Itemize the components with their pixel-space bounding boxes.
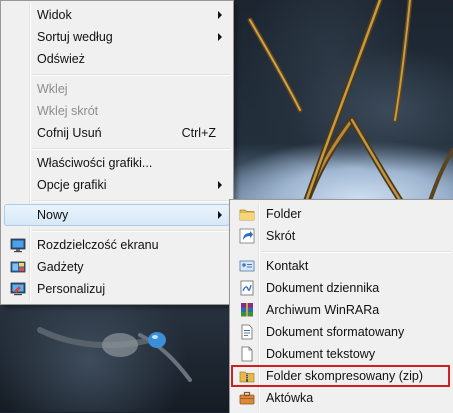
menu-item-view[interactable]: Widok (4, 4, 230, 26)
desktop-context-menu: Widok Sortuj według Odśwież Wklej Wklej … (0, 0, 234, 305)
menu-item-label: Cofnij Usuń (37, 126, 102, 140)
submenu-arrow-icon (218, 33, 222, 41)
submenu-item-rich-text-document[interactable]: Dokument sformatowany (233, 321, 451, 343)
menu-item-label: Dokument tekstowy (266, 347, 376, 361)
menu-item-label: Aktówka (266, 391, 314, 405)
menu-separator (32, 230, 230, 232)
submenu-item-winrar-archive[interactable]: Archiwum WinRARa (233, 299, 451, 321)
menu-item-label: Dokument dziennika (266, 281, 380, 295)
journal-icon (240, 280, 254, 296)
menu-separator (32, 200, 230, 202)
shortcut-icon (239, 228, 255, 244)
menu-item-graphics-properties[interactable]: Właściwości grafiki... (4, 152, 230, 174)
menu-item-undo-delete[interactable]: Cofnij Usuń Ctrl+Z (4, 122, 230, 144)
menu-item-graphics-options[interactable]: Opcje grafiki (4, 174, 230, 196)
menu-item-label: Folder skompresowany (zip) (266, 369, 423, 383)
menu-item-label: Widok (37, 8, 72, 22)
menu-item-label: Gadżety (37, 260, 84, 274)
menu-item-new[interactable]: Nowy (4, 204, 230, 226)
display-icon (10, 238, 26, 253)
submenu-item-text-document[interactable]: Dokument tekstowy (233, 343, 451, 365)
text-document-icon (241, 346, 253, 362)
rtf-document-icon (241, 324, 253, 340)
personalize-icon (10, 282, 26, 296)
folder-icon (239, 209, 255, 221)
menu-item-label: Opcje grafiki (37, 178, 107, 192)
new-submenu: Folder Skrót Kontakt Dokument dziennika (229, 199, 453, 413)
menu-item-label: Właściwości grafiki... (37, 156, 153, 170)
submenu-item-zip-folder[interactable]: Folder skompresowany (zip) (233, 365, 451, 387)
menu-item-label: Wklej (37, 82, 68, 96)
menu-item-label: Dokument sformatowany (266, 325, 405, 339)
menu-item-label: Folder (266, 207, 302, 221)
zip-folder-icon (239, 371, 255, 383)
winrar-icon (241, 303, 253, 317)
menu-item-refresh[interactable]: Odśwież (4, 48, 230, 70)
menu-item-label: Kontakt (266, 259, 309, 273)
submenu-arrow-icon (218, 211, 222, 219)
submenu-item-contact[interactable]: Kontakt (233, 255, 451, 277)
menu-separator (32, 74, 230, 76)
menu-item-label: Nowy (37, 208, 69, 222)
menu-item-personalize[interactable]: Personalizuj (4, 278, 230, 300)
menu-item-shortcut: Ctrl+Z (181, 126, 216, 140)
menu-item-label: Sortuj według (37, 30, 113, 44)
menu-item-gadgets[interactable]: Gadżety (4, 256, 230, 278)
submenu-item-folder[interactable]: Folder (233, 203, 451, 225)
menu-item-screen-resolution[interactable]: Rozdzielczość ekranu (4, 234, 230, 256)
submenu-item-briefcase[interactable]: Aktówka (233, 387, 451, 409)
menu-item-label: Odśwież (37, 52, 85, 66)
menu-separator (261, 251, 451, 253)
contact-icon (239, 260, 255, 272)
submenu-item-shortcut[interactable]: Skrót (233, 225, 451, 247)
submenu-arrow-icon (218, 181, 222, 189)
menu-item-paste-shortcut[interactable]: Wklej skrót (4, 100, 230, 122)
briefcase-icon (239, 391, 255, 405)
menu-item-label: Rozdzielczość ekranu (37, 238, 159, 252)
menu-item-label: Personalizuj (37, 282, 106, 296)
menu-item-paste[interactable]: Wklej (4, 78, 230, 100)
submenu-item-journal-document[interactable]: Dokument dziennika (233, 277, 451, 299)
menu-item-sort-by[interactable]: Sortuj według (4, 26, 230, 48)
menu-item-label: Skrót (266, 229, 296, 243)
menu-item-label: Wklej skrót (37, 104, 99, 118)
menu-separator (32, 148, 230, 150)
gadgets-icon (10, 261, 26, 273)
menu-item-label: Archiwum WinRARa (266, 303, 380, 317)
submenu-arrow-icon (218, 11, 222, 19)
